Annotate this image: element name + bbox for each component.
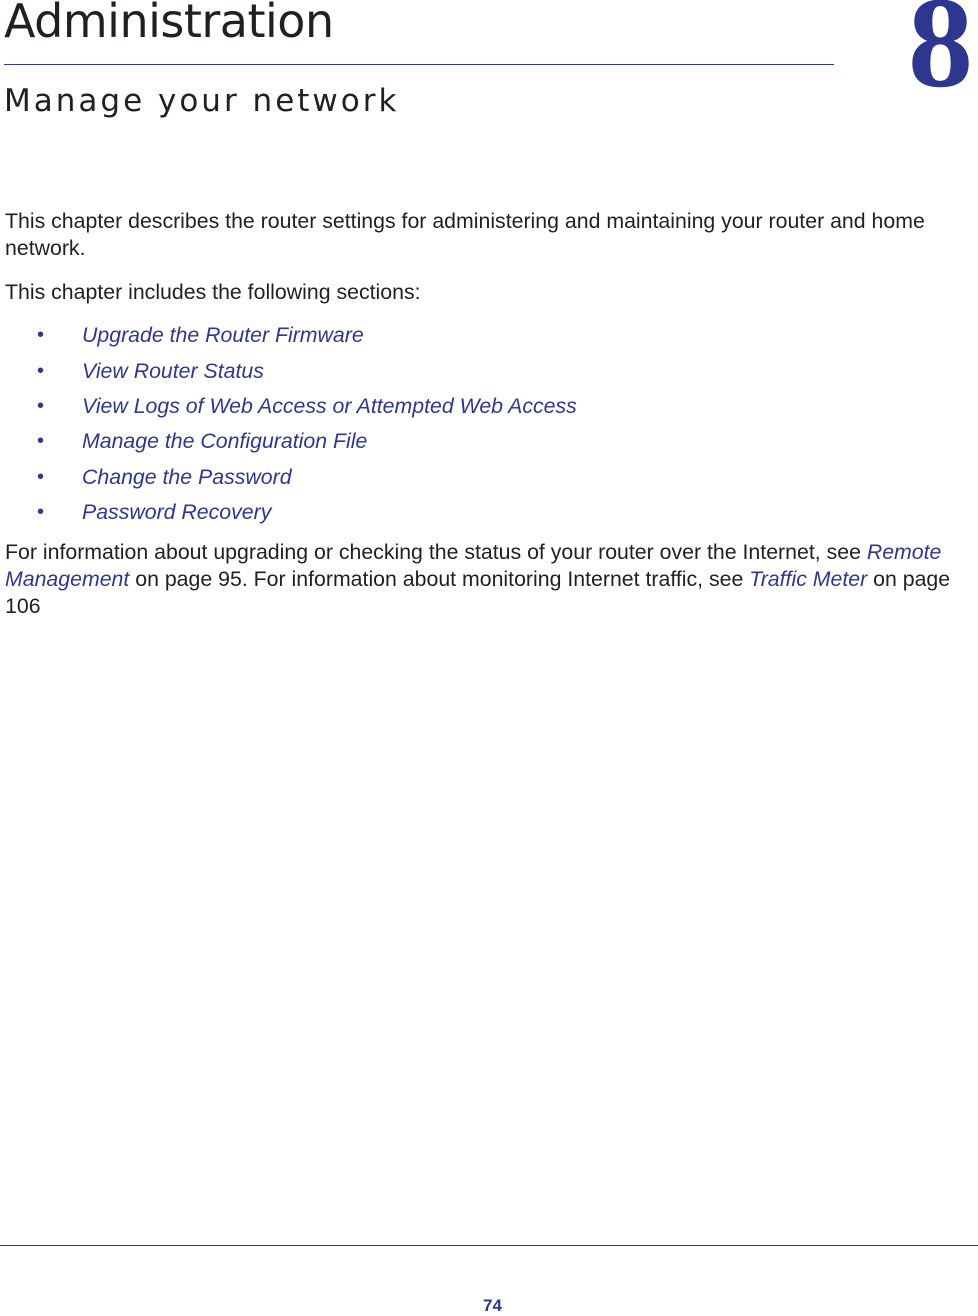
sections-intro: This chapter includes the following sect… bbox=[5, 280, 421, 304]
more-info-text: on page 95. For information about monito… bbox=[129, 567, 750, 591]
page-number: 74 bbox=[483, 1296, 502, 1315]
bullet-icon: • bbox=[37, 394, 45, 417]
title-divider bbox=[4, 64, 834, 65]
intro-paragraph: This chapter describes the router settin… bbox=[5, 209, 925, 260]
section-link-password-recovery[interactable]: Password Recovery bbox=[82, 500, 271, 525]
list-item: • View Logs of Web Access or Attempted W… bbox=[0, 389, 577, 424]
more-info-paragraph: For information about upgrading or check… bbox=[5, 539, 965, 620]
section-link-upgrade-firmware[interactable]: Upgrade the Router Firmware bbox=[82, 323, 364, 348]
chapter-subtitle: Manage your network bbox=[4, 83, 400, 119]
bullet-icon: • bbox=[37, 359, 45, 382]
list-item: • Password Recovery bbox=[0, 495, 577, 530]
more-info-text: For information about upgrading or check… bbox=[5, 540, 867, 564]
section-link-configuration-file[interactable]: Manage the Configuration File bbox=[82, 429, 367, 454]
list-item: • View Router Status bbox=[0, 353, 577, 388]
bullet-icon: • bbox=[37, 501, 45, 524]
section-link-view-router-status[interactable]: View Router Status bbox=[82, 359, 264, 384]
bullet-icon: • bbox=[37, 324, 45, 347]
section-link-view-logs[interactable]: View Logs of Web Access or Attempted Web… bbox=[82, 394, 577, 419]
bullet-icon: • bbox=[37, 465, 45, 488]
section-link-change-password[interactable]: Change the Password bbox=[82, 465, 292, 490]
chapter-title: Administration bbox=[4, 0, 334, 48]
chapter-number: 8 bbox=[908, 0, 973, 115]
list-item: • Change the Password bbox=[0, 460, 577, 495]
bullet-icon: • bbox=[37, 430, 45, 453]
section-list: • Upgrade the Router Firmware • View Rou… bbox=[0, 318, 577, 530]
list-item: • Manage the Configuration File bbox=[0, 424, 577, 459]
list-item: • Upgrade the Router Firmware bbox=[0, 318, 577, 353]
traffic-meter-link[interactable]: Traffic Meter bbox=[749, 567, 867, 591]
footer-divider bbox=[0, 1245, 978, 1246]
